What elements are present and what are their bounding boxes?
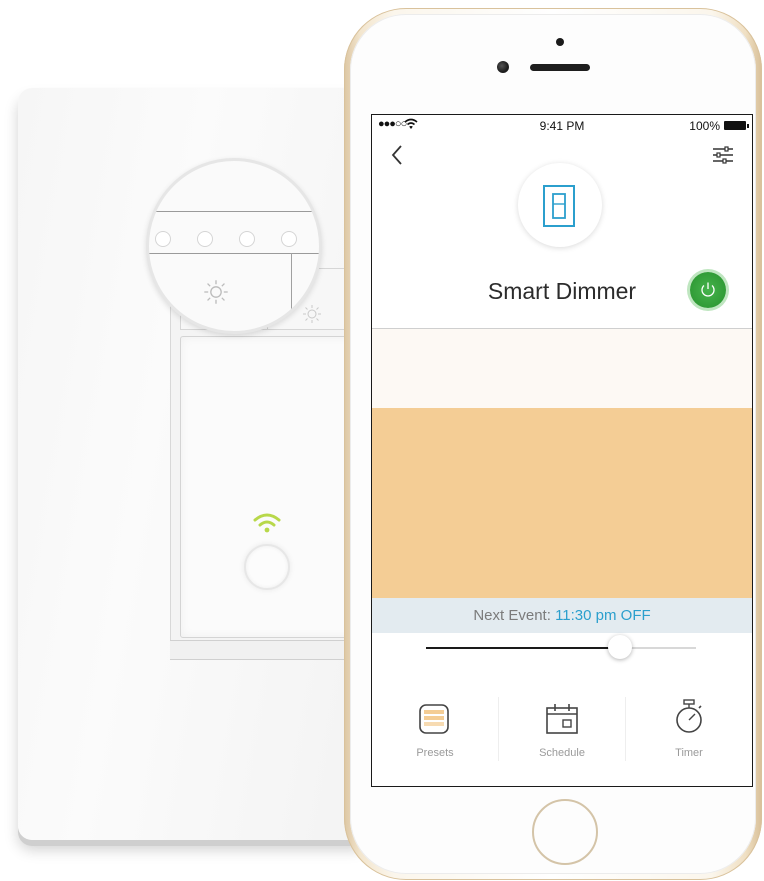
front-camera (497, 61, 509, 73)
switch-touch-ring (244, 544, 290, 590)
wifi-led-icon (253, 513, 281, 533)
presets-icon (419, 704, 449, 734)
status-bar: ●●●○○ 9:41 PM 100% (372, 115, 752, 135)
next-event-label: Next Event: (473, 607, 551, 624)
power-toggle-button[interactable] (690, 272, 726, 308)
magnified-detail (146, 158, 322, 334)
magnified-brightness-icon (204, 280, 228, 304)
tab-presets-label: Presets (416, 747, 454, 759)
tab-presets[interactable]: Presets (372, 685, 498, 775)
app-screen: ●●●○○ 9:41 PM 100% Smart Dimmer Next Eve… (371, 114, 753, 787)
tab-schedule[interactable]: Schedule (499, 685, 625, 775)
next-event-value: 11:30 pm OFF (555, 607, 651, 624)
home-button[interactable] (532, 799, 598, 865)
brightness-icon (303, 305, 321, 323)
tab-schedule-label: Schedule (539, 747, 585, 759)
light-preview-top (372, 329, 752, 408)
battery-icon (724, 121, 749, 130)
calendar-icon (546, 704, 578, 734)
earpiece (530, 64, 590, 71)
battery-percent: 100% (689, 119, 720, 133)
brightness-slider-track[interactable] (426, 647, 696, 649)
next-event-bar: Next Event: 11:30 pm OFF (372, 598, 752, 633)
switch-paddle (180, 336, 362, 638)
brightness-slider-fill (426, 647, 621, 649)
switch-bottom-buttons (170, 640, 360, 660)
settings-sliders-icon[interactable] (712, 145, 734, 165)
stopwatch-icon (676, 699, 702, 733)
tab-timer-label: Timer (675, 747, 703, 759)
brightness-slider-thumb[interactable] (608, 635, 633, 659)
tab-timer[interactable]: Timer (626, 685, 752, 775)
back-chevron-icon[interactable] (388, 143, 408, 167)
power-icon (701, 282, 715, 297)
proximity-sensor (556, 38, 564, 46)
light-preview (372, 408, 752, 598)
light-switch-icon (543, 185, 575, 227)
bottom-tab-bar: Presets Schedule Timer (372, 685, 752, 775)
